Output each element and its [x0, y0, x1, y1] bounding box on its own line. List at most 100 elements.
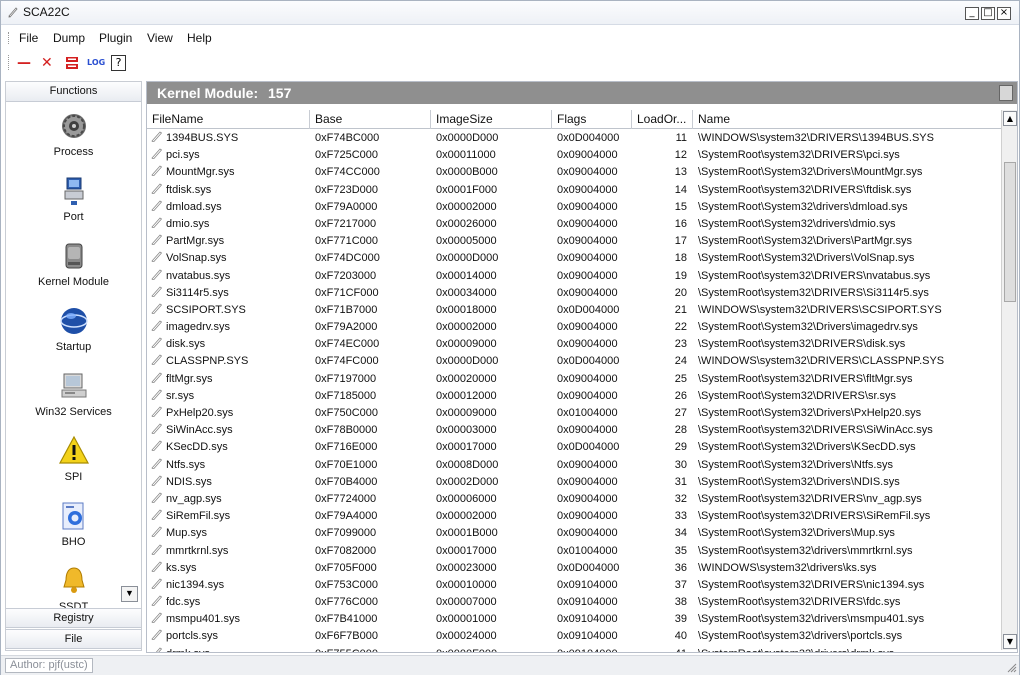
- sidebar-item-process[interactable]: Process: [6, 110, 141, 174]
- loadorder-cell-text: 34: [674, 527, 687, 540]
- maximize-button[interactable]: □: [981, 7, 995, 20]
- table-row[interactable]: portcls.sys 0xF6F7B000 0x00024000 0x0910400…: [147, 628, 1002, 645]
- sidebar-item-startup[interactable]: Startup: [6, 305, 141, 369]
- table-row[interactable]: disk.sys 0xF74EC000 0x00009000 0x09004000 23…: [147, 336, 1002, 353]
- close-button[interactable]: ×: [997, 7, 1011, 20]
- table-row[interactable]: ks.sys 0xF705F000 0x00023000 0x0D004000 36 \W…: [147, 560, 1002, 577]
- path-cell-text: \SystemRoot\system32\DRIVERS\SiRemFil.sy…: [698, 510, 931, 523]
- table-row[interactable]: SiWinAcc.sys 0xF78B0000 0x00003000 0x090040…: [147, 422, 1002, 439]
- vertical-scrollbar[interactable]: ▲ ▼: [1001, 110, 1017, 650]
- functions-header[interactable]: Functions: [6, 82, 141, 102]
- resize-grip-icon[interactable]: [1005, 661, 1017, 673]
- tab-registry[interactable]: Registry: [6, 608, 141, 628]
- panel-pin-button[interactable]: [999, 85, 1013, 101]
- menu-dump[interactable]: Dump: [53, 31, 85, 45]
- table-row[interactable]: dmio.sys 0xF7217000 0x00026000 0x09004000 16…: [147, 216, 1002, 233]
- menu-view[interactable]: View: [147, 31, 173, 45]
- loadorder-cell-text: 18: [674, 252, 687, 265]
- filename-cell: ks.sys: [151, 560, 308, 577]
- table-row[interactable]: VolSnap.sys 0xF74DC000 0x0000D000 0x0900400…: [147, 250, 1002, 267]
- flags-cell: 0x09104000: [557, 646, 632, 652]
- column-header-name[interactable]: Name: [693, 110, 1002, 129]
- log-icon[interactable]: LOG: [87, 55, 105, 71]
- base-cell-text: 0xF716E000: [315, 441, 378, 454]
- table-row[interactable]: msmpu401.sys 0xF7B41000 0x00001000 0x091040…: [147, 611, 1002, 628]
- flags-cell: 0x09004000: [557, 268, 632, 285]
- table-row[interactable]: imagedrv.sys 0xF79A2000 0x00002000 0x090040…: [147, 319, 1002, 336]
- table-row[interactable]: MountMgr.sys 0xF74CC000 0x0000B000 0x090040…: [147, 164, 1002, 181]
- imagesize-cell: 0x00014000: [436, 268, 551, 285]
- table-row[interactable]: fltMgr.sys 0xF7197000 0x00020000 0x09004000…: [147, 371, 1002, 388]
- column-header-imagesize[interactable]: ImageSize: [431, 110, 552, 129]
- table-row[interactable]: pci.sys 0xF725C000 0x00011000 0x09004000 12 \…: [147, 147, 1002, 164]
- sidebar-item-label: Win32 Services: [35, 406, 112, 418]
- table-row[interactable]: SCSIPORT.SYS 0xF71B7000 0x00018000 0x0D0040…: [147, 302, 1002, 319]
- minimize-button[interactable]: _: [965, 7, 979, 20]
- table-row[interactable]: CLASSPNP.SYS 0xF74FC000 0x0000D000 0x0D0040…: [147, 353, 1002, 370]
- sidebar-item-win32-services[interactable]: Win32 Services: [6, 370, 141, 434]
- sidebar-item-kernel-module[interactable]: Kernel Module: [6, 240, 141, 304]
- filename-cell-text: MountMgr.sys: [166, 166, 235, 179]
- sidebar-item-bho[interactable]: BHO: [6, 500, 141, 564]
- toolbar-grip[interactable]: [8, 55, 11, 70]
- loadorder-cell: 33: [635, 508, 687, 525]
- table-row[interactable]: nv_agp.sys 0xF7724000 0x00006000 0x09004000…: [147, 491, 1002, 508]
- flags-cell: 0x09004000: [557, 182, 632, 199]
- file-icon: [151, 372, 163, 383]
- file-icon: [151, 595, 163, 607]
- loadorder-cell: 24: [635, 353, 687, 370]
- scroll-up-button[interactable]: ▲: [1003, 111, 1017, 126]
- path-cell: \SystemRoot\System32\Drivers\VolSnap.sys: [698, 250, 998, 267]
- base-cell: 0xF7724000: [315, 491, 430, 508]
- table-row[interactable]: Mup.sys 0xF7099000 0x0001B000 0x09004000 34 \…: [147, 525, 1002, 542]
- table-row[interactable]: fdc.sys 0xF776C000 0x00007000 0x09104000 38 \…: [147, 594, 1002, 611]
- table-row[interactable]: sr.sys 0xF7185000 0x00012000 0x09004000 26 \S…: [147, 388, 1002, 405]
- scroll-thumb[interactable]: [1004, 162, 1016, 302]
- table-row[interactable]: nvatabus.sys 0xF7203000 0x00014000 0x090040…: [147, 268, 1002, 285]
- imagesize-cell: 0x0002D000: [436, 474, 551, 491]
- table-row[interactable]: KSecDD.sys 0xF716E000 0x00017000 0x0D004000…: [147, 439, 1002, 456]
- table-row[interactable]: drmk.sys 0xF755C000 0x0000F000 0x09104000 41…: [147, 646, 1002, 652]
- sidebar-item-spi[interactable]: SPI: [6, 435, 141, 499]
- filename-cell: sr.sys: [151, 388, 308, 405]
- filename-cell: SiRemFil.sys: [151, 508, 308, 525]
- path-cell-text: \WINDOWS\system32\drivers\ks.sys: [698, 561, 877, 574]
- column-header-base[interactable]: Base: [310, 110, 431, 129]
- menu-grip[interactable]: [8, 32, 11, 44]
- table-row[interactable]: NDIS.sys 0xF70B4000 0x0002D000 0x09004000 31…: [147, 474, 1002, 491]
- table-row[interactable]: PartMgr.sys 0xF771C000 0x00005000 0x0900400…: [147, 233, 1002, 250]
- close-x-icon[interactable]: ✕: [41, 55, 53, 71]
- filename-cell: nvatabus.sys: [151, 268, 308, 285]
- column-header-loadorder[interactable]: LoadOr...: [632, 110, 693, 129]
- sidebar-scroll-down-button[interactable]: ▼: [121, 586, 138, 602]
- table-row[interactable]: Ntfs.sys 0xF70E1000 0x0008D000 0x09004000 30…: [147, 457, 1002, 474]
- column-header-flags[interactable]: Flags: [552, 110, 632, 129]
- table-row[interactable]: dmload.sys 0xF79A0000 0x00002000 0x09004000…: [147, 199, 1002, 216]
- table-row[interactable]: PxHelp20.sys 0xF750C000 0x00009000 0x010040…: [147, 405, 1002, 422]
- filename-cell-text: CLASSPNP.SYS: [166, 355, 249, 368]
- scroll-down-button[interactable]: ▼: [1003, 634, 1017, 649]
- table-row[interactable]: mmrtkrnl.sys 0xF7082000 0x00017000 0x010040…: [147, 543, 1002, 560]
- column-header-filename[interactable]: FileName: [147, 110, 310, 129]
- table-row[interactable]: 1394BUS.SYS 0xF74BC000 0x0000D000 0x0D00400…: [147, 130, 1002, 147]
- help-icon[interactable]: ?: [111, 55, 126, 71]
- flags-cell: 0x09004000: [557, 457, 632, 474]
- imagesize-cell-text: 0x00018000: [436, 303, 497, 316]
- table-row[interactable]: nic1394.sys 0xF753C000 0x00010000 0x0910400…: [147, 577, 1002, 594]
- menu-plugin[interactable]: Plugin: [99, 31, 132, 45]
- tab-file[interactable]: File: [6, 629, 141, 649]
- title-bar[interactable]: SCA22C _ □ ×: [1, 1, 1019, 25]
- imagesize-cell-text: 0x00014000: [436, 269, 497, 282]
- minus-icon[interactable]: —: [17, 55, 31, 71]
- menu-file[interactable]: File: [19, 31, 38, 45]
- table-row[interactable]: SiRemFil.sys 0xF79A4000 0x00002000 0x090040…: [147, 508, 1002, 525]
- table-row[interactable]: Si3114r5.sys 0xF71CF000 0x00034000 0x090040…: [147, 285, 1002, 302]
- filename-cell-text: pci.sys: [166, 149, 200, 162]
- base-cell: 0xF705F000: [315, 560, 430, 577]
- imagesize-cell-text: 0x00011000: [436, 149, 496, 162]
- menu-help[interactable]: Help: [187, 31, 212, 45]
- sidebar-item-port[interactable]: Port: [6, 175, 141, 239]
- base-cell-text: 0xF7082000: [315, 544, 377, 557]
- table-row[interactable]: ftdisk.sys 0xF723D000 0x0001F000 0x09004000…: [147, 182, 1002, 199]
- hex-icon[interactable]: [65, 55, 79, 71]
